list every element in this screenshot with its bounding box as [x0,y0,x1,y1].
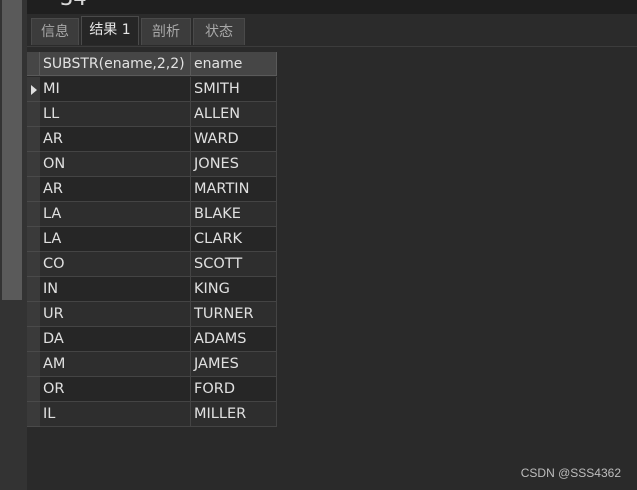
cell-ename[interactable]: JAMES [191,352,277,377]
row-indicator[interactable] [27,352,40,377]
cell-ename[interactable]: WARD [191,127,277,152]
cell-substr[interactable]: IL [40,402,191,427]
row-indicator[interactable] [27,127,40,152]
watermark: CSDN @SSS4362 [520,466,621,480]
column-header-ename[interactable]: ename [191,52,277,76]
tab-info-label: 信息 [41,24,69,40]
current-row-arrow-icon [31,85,37,95]
cell-substr[interactable]: UR [40,302,191,327]
tab-info[interactable]: 信息 [31,18,79,45]
cell-ename[interactable]: CLARK [191,227,277,252]
row-indicator[interactable] [27,327,40,352]
cell-ename[interactable]: ADAMS [191,327,277,352]
column-header-substr[interactable]: SUBSTR(ename,2,2) [40,52,191,76]
editor-text-fragment: 34 [60,0,87,11]
row-indicator[interactable] [27,277,40,302]
row-indicator[interactable] [27,252,40,277]
cell-ename[interactable]: SCOTT [191,252,277,277]
cell-substr[interactable]: LL [40,102,191,127]
result-tab-bar: 信息 结果 1 剖析 状态 [27,14,637,47]
cell-ename[interactable]: KING [191,277,277,302]
cell-substr[interactable]: AR [40,177,191,202]
cell-ename[interactable]: JONES [191,152,277,177]
row-indicator[interactable] [27,152,40,177]
cell-substr[interactable]: LA [40,227,191,252]
gutter-scrollbar-thumb[interactable] [2,0,22,300]
cell-ename[interactable]: TURNER [191,302,277,327]
tab-result-1[interactable]: 结果 1 [81,16,139,45]
cell-ename[interactable]: SMITH [191,77,277,102]
result-panel: SUBSTR(ename,2,2) ename MI SMITH LL ALLEN AR… [27,47,637,490]
row-indicator[interactable] [27,177,40,202]
tab-profile[interactable]: 剖析 [141,18,191,45]
tab-profile-label: 剖析 [152,24,180,40]
cell-substr[interactable]: AR [40,127,191,152]
app-window: 34 信息 结果 1 剖析 状态 SUBSTR(ename,2,2) ename… [0,0,637,490]
row-indicator[interactable] [27,202,40,227]
cell-ename[interactable]: ALLEN [191,102,277,127]
row-indicator[interactable] [27,377,40,402]
row-indicator[interactable] [27,77,40,102]
row-indicator[interactable] [27,302,40,327]
row-indicator[interactable] [27,102,40,127]
cell-substr[interactable]: IN [40,277,191,302]
tab-status-label: 状态 [205,24,233,40]
cell-substr[interactable]: DA [40,327,191,352]
cell-ename[interactable]: MILLER [191,402,277,427]
tab-status[interactable]: 状态 [193,18,245,45]
tab-result-1-label: 结果 1 [89,22,131,38]
cell-substr[interactable]: CO [40,252,191,277]
row-indicator[interactable] [27,227,40,252]
cell-substr[interactable]: ON [40,152,191,177]
header-corner [27,52,40,76]
cell-ename[interactable]: BLAKE [191,202,277,227]
cell-substr[interactable]: AM [40,352,191,377]
cell-substr[interactable]: MI [40,77,191,102]
row-indicator[interactable] [27,402,40,427]
left-gutter [0,0,27,490]
cell-ename[interactable]: MARTIN [191,177,277,202]
cell-substr[interactable]: OR [40,377,191,402]
query-editor-strip[interactable]: 34 [27,0,637,14]
cell-substr[interactable]: LA [40,202,191,227]
cell-ename[interactable]: FORD [191,377,277,402]
